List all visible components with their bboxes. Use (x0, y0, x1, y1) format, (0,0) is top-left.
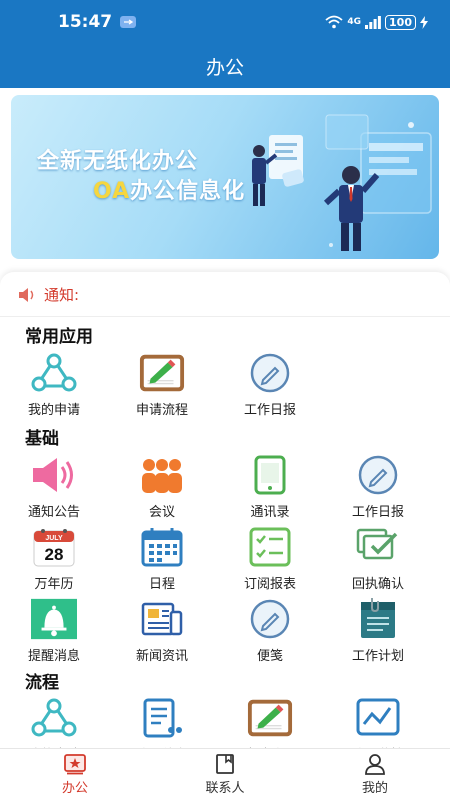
function-panel: 通知: 常用应用 我的申请 申请流程 工作日报 基础 通知公告 会议 通讯录 工… (0, 272, 450, 763)
app-header: 15:47 4G 100 办公 (0, 0, 450, 88)
calendar-date-icon: JULY 28 (31, 526, 77, 568)
app-meeting[interactable]: 会议 (108, 450, 216, 522)
page-title: 办公 (205, 56, 244, 79)
tab-mine[interactable]: 我的 (300, 749, 450, 800)
speaker-icon (31, 454, 77, 496)
banner-headline: 全新无纸化办公 (37, 149, 199, 174)
banner-subheadline: OA办公信息化 (93, 179, 246, 204)
app-work-plan[interactable]: 工作计划 (324, 594, 432, 666)
app-schedule[interactable]: 日程 (108, 522, 216, 594)
speaker-small-icon (19, 287, 34, 302)
app-news[interactable]: 新闻资讯 (108, 594, 216, 666)
flow-nodes-icon (31, 352, 77, 394)
bottom-tab-bar: 办公 联系人 我的 (0, 748, 450, 800)
tab-office[interactable]: 办公 (0, 749, 150, 800)
app-reminder[interactable]: 提醒消息 (0, 594, 108, 666)
wifi-icon (325, 15, 343, 29)
app-perpetual-calendar[interactable]: JULY 28 万年历 (0, 522, 108, 594)
app-notice[interactable]: 通知公告 (0, 450, 108, 522)
promo-banner[interactable]: 全新无纸化办公 OA办公信息化 (11, 95, 439, 259)
phone-book-icon (247, 454, 293, 496)
edit-circle-icon (355, 454, 401, 496)
status-time: 15:47 (58, 12, 137, 32)
divider (0, 316, 450, 317)
signal-icon (365, 15, 381, 29)
office-star-icon (64, 754, 86, 775)
app-contacts-book[interactable]: 通讯录 (216, 450, 324, 522)
app-memo[interactable]: 便笺 (216, 594, 324, 666)
memo-icon (247, 598, 293, 640)
flow-nodes-icon (31, 697, 77, 739)
user-icon (365, 754, 385, 775)
todo-list-icon (139, 697, 185, 739)
receipt-check-icon (355, 526, 401, 568)
app-application-process[interactable]: 申请流程 (108, 348, 216, 420)
app-work-daily-common[interactable]: 工作日报 (216, 348, 324, 420)
meeting-icon (139, 454, 185, 496)
battery-level: 100 (385, 14, 416, 30)
notebook-icon (355, 598, 401, 640)
status-bar: 15:47 4G 100 (0, 0, 450, 44)
status-indicators: 4G 100 (325, 14, 428, 30)
svg-text:28: 28 (45, 545, 64, 564)
usb-icon (120, 16, 137, 28)
svg-text:JULY: JULY (45, 535, 63, 542)
section-title-process: 流程 (25, 673, 59, 693)
section-title-common: 常用应用 (25, 327, 93, 347)
monitor-chart-icon (355, 697, 401, 739)
businessman-illustration (252, 114, 432, 251)
app-receipt-confirm[interactable]: 回执确认 (324, 522, 432, 594)
newspaper-icon (139, 598, 185, 640)
section-title-basic: 基础 (25, 429, 59, 449)
pencil-note-icon (139, 352, 185, 394)
app-work-daily[interactable]: 工作日报 (324, 450, 432, 522)
bell-icon (31, 598, 77, 640)
charging-icon (420, 15, 428, 29)
edit-circle-icon (247, 352, 293, 394)
contact-book-icon (216, 754, 234, 774)
common-apps-grid: 我的申请 申请流程 工作日报 (0, 348, 450, 420)
app-subscribe-report[interactable]: 订阅报表 (216, 522, 324, 594)
pencil-note-icon (247, 697, 293, 739)
notice-label: 通知: (44, 286, 80, 304)
schedule-icon (139, 526, 185, 568)
tab-contacts[interactable]: 联系人 (150, 749, 300, 800)
basic-apps-grid: 通知公告 会议 通讯录 工作日报 JULY 28 万年历 日程 订阅报表 回执确… (0, 450, 450, 666)
notice-bar[interactable]: 通知: (18, 284, 79, 305)
app-my-application[interactable]: 我的申请 (0, 348, 108, 420)
network-type: 4G (347, 17, 362, 27)
checklist-icon (247, 526, 293, 568)
